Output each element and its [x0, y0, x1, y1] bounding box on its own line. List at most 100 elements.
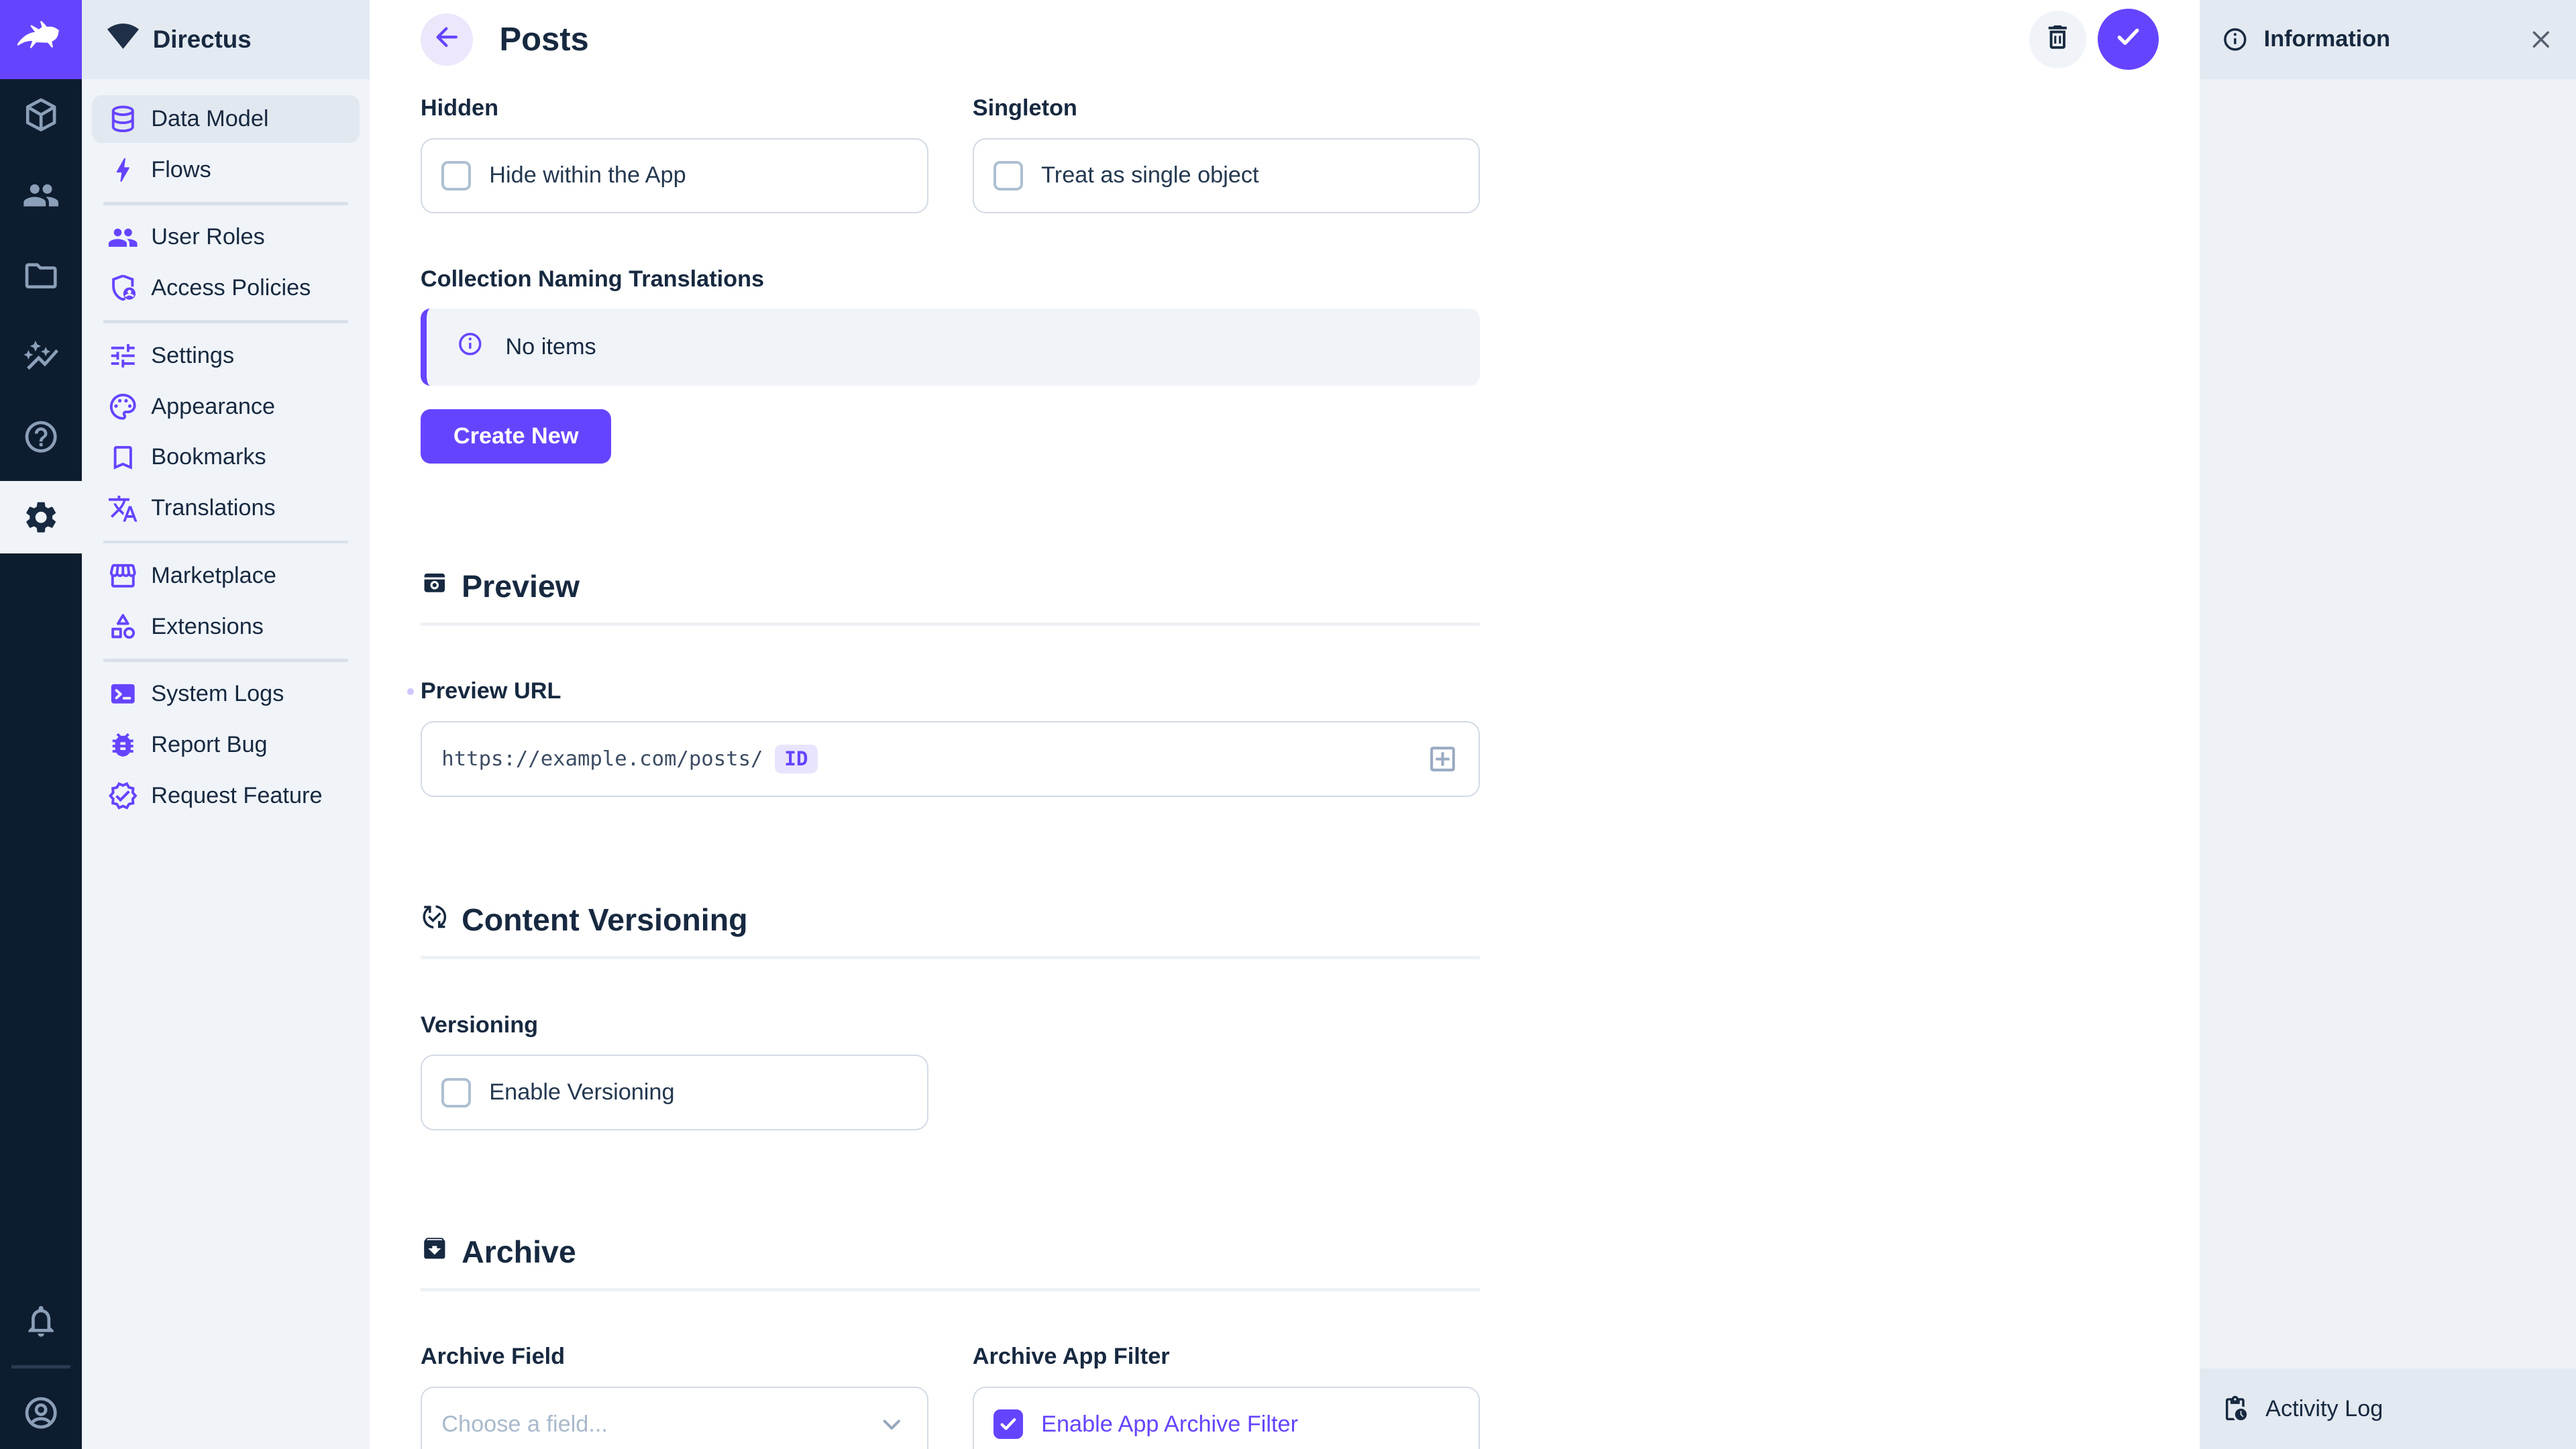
checkbox-unchecked[interactable] — [441, 161, 471, 191]
nav-item-flows[interactable]: Flows — [92, 146, 360, 194]
nav-item-label: Report Bug — [151, 732, 267, 758]
help-module-icon — [22, 418, 60, 455]
versioning-checkbox-field[interactable]: Enable Versioning — [421, 1055, 928, 1130]
section-divider — [421, 956, 1481, 959]
field-naming-translations: Collection Naming Translations No items … — [421, 266, 1481, 464]
content-module-icon — [22, 96, 60, 133]
module-files[interactable] — [0, 240, 82, 313]
close-sidebar-button[interactable] — [2527, 25, 2555, 54]
section-divider — [421, 1288, 1481, 1291]
navigation-list: Data Model Flows User Roles Access Polic… — [82, 79, 370, 823]
field-label: Singleton — [973, 95, 1481, 123]
section-title: Content Versioning — [462, 902, 747, 938]
nav-item-label: Appearance — [151, 394, 275, 420]
info-icon — [2221, 25, 2249, 54]
navigation-sidebar: Directus Data Model Flows User Roles Acc… — [82, 0, 370, 1449]
published-with-changes-icon — [421, 903, 449, 938]
hidden-checkbox-field[interactable]: Hide within the App — [421, 138, 928, 214]
directus-logo[interactable] — [0, 0, 82, 79]
checkbox-unchecked[interactable] — [994, 161, 1023, 191]
checkbox-label: Enable Versioning — [489, 1079, 674, 1106]
section-archive: Archive — [421, 1234, 1481, 1291]
nav-item-data-model[interactable]: Data Model — [92, 95, 360, 143]
module-bar-bottom — [0, 1285, 82, 1449]
section-preview: Preview — [421, 568, 1481, 626]
back-button[interactable] — [421, 13, 473, 66]
field-label: Versioning — [421, 1012, 928, 1040]
sidebar-title: Information — [2264, 26, 2390, 52]
singleton-checkbox-field[interactable]: Treat as single object — [973, 138, 1481, 214]
checkbox-unchecked[interactable] — [441, 1078, 471, 1108]
directus-app: Directus Data Model Flows User Roles Acc… — [0, 0, 2576, 1449]
nav-item-label: Translations — [151, 495, 275, 521]
delete-button[interactable] — [2029, 11, 2087, 68]
user-menu-button[interactable] — [0, 1377, 82, 1449]
module-insights[interactable] — [0, 321, 82, 393]
section-divider — [421, 623, 1481, 626]
create-new-button[interactable]: Create New — [421, 409, 612, 464]
arrow-left-icon — [431, 21, 463, 58]
section-content-versioning: Content Versioning — [421, 902, 1481, 959]
terminal-icon — [107, 678, 140, 710]
files-module-icon — [22, 257, 60, 294]
section-title: Preview — [462, 568, 580, 604]
preview-icon — [421, 569, 449, 604]
nav-item-label: Bookmarks — [151, 444, 266, 470]
collection-settings-form: Hidden Hide within the App Singleton Tre… — [370, 79, 2200, 1449]
save-button[interactable] — [2098, 9, 2159, 70]
bug-icon — [107, 729, 140, 761]
nav-item-marketplace[interactable]: Marketplace — [92, 552, 360, 600]
page-header: Posts — [370, 0, 2200, 79]
module-help[interactable] — [0, 400, 82, 473]
checkbox-label: Hide within the App — [489, 162, 686, 189]
no-items-notice: No items — [421, 309, 1481, 386]
nav-item-label: System Logs — [151, 681, 284, 707]
add-field-button[interactable] — [1426, 743, 1459, 775]
project-switcher[interactable]: Directus — [82, 0, 370, 79]
notifications-button[interactable] — [0, 1285, 82, 1357]
checkbox-checked[interactable] — [994, 1409, 1023, 1439]
field-preview-url: Preview URL https://example.com/posts/ I… — [421, 678, 1481, 796]
archive-app-filter-checkbox-field[interactable]: Enable App Archive Filter — [973, 1387, 1481, 1449]
nav-item-label: Marketplace — [151, 563, 276, 589]
nav-item-report-bug[interactable]: Report Bug — [92, 721, 360, 769]
module-bar-divider — [11, 1365, 70, 1368]
checkbox-label: Treat as single object — [1041, 162, 1258, 189]
preview-url-input[interactable]: https://example.com/posts/ ID — [421, 721, 1481, 797]
bolt-icon — [107, 154, 140, 186]
nav-item-settings[interactable]: Settings — [92, 332, 360, 380]
nav-item-user-roles[interactable]: User Roles — [92, 213, 360, 261]
module-settings[interactable] — [0, 481, 82, 553]
activity-log-button[interactable]: Activity Log — [2200, 1368, 2576, 1449]
nav-item-access-policies[interactable]: Access Policies — [92, 264, 360, 312]
nav-item-system-logs[interactable]: System Logs — [92, 670, 360, 718]
nav-item-bookmarks[interactable]: Bookmarks — [92, 433, 360, 481]
nav-item-request-feature[interactable]: Request Feature — [92, 772, 360, 820]
tune-icon — [107, 339, 140, 372]
nav-divider — [103, 659, 348, 662]
nav-divider — [103, 320, 348, 323]
preview-url-value: https://example.com/posts/ — [441, 747, 763, 771]
module-content[interactable] — [0, 79, 82, 152]
field-label: Archive Field — [421, 1344, 928, 1372]
nav-item-extensions[interactable]: Extensions — [92, 603, 360, 651]
sidebar-header: Information — [2200, 0, 2576, 79]
users-module-icon — [22, 176, 60, 214]
checkbox-label: Enable App Archive Filter — [1041, 1411, 1298, 1438]
chevron-down-icon — [876, 1409, 908, 1440]
nav-item-label: Settings — [151, 343, 234, 369]
field-label: Hidden — [421, 95, 928, 123]
nav-item-label: Flows — [151, 157, 211, 183]
archive-field-select[interactable]: Choose a field... — [421, 1387, 928, 1449]
field-label: Collection Naming Translations — [421, 266, 1481, 294]
header-actions — [2029, 9, 2159, 70]
nav-item-appearance[interactable]: Appearance — [92, 383, 360, 431]
bookmark-icon — [107, 441, 140, 474]
nav-item-translations[interactable]: Translations — [92, 484, 360, 532]
trash-icon — [2042, 21, 2074, 58]
id-field-chip[interactable]: ID — [775, 745, 818, 774]
people-icon — [107, 221, 140, 254]
notifications-bell-icon — [22, 1302, 60, 1340]
module-users[interactable] — [0, 160, 82, 232]
no-items-text: No items — [505, 334, 596, 360]
